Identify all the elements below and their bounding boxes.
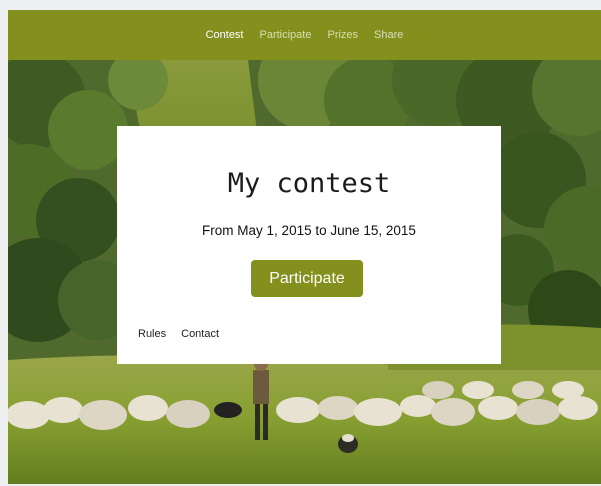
contest-title: My contest — [227, 168, 391, 199]
contact-link[interactable]: Contact — [181, 328, 219, 340]
page-frame: Contest Participate Prizes Share My cont… — [0, 0, 601, 486]
nav-item-participate[interactable]: Participate — [260, 29, 312, 41]
top-navigation: Contest Participate Prizes Share — [8, 10, 601, 60]
participate-button[interactable]: Participate — [251, 260, 363, 297]
card-footer-links: Rules Contact — [138, 328, 219, 340]
contest-card: My contest From May 1, 2015 to June 15, … — [117, 126, 501, 364]
page-viewport: Contest Participate Prizes Share My cont… — [8, 10, 601, 484]
nav-item-contest[interactable]: Contest — [206, 29, 244, 41]
nav-item-prizes[interactable]: Prizes — [327, 29, 358, 41]
contest-dates: From May 1, 2015 to June 15, 2015 — [202, 223, 416, 238]
rules-link[interactable]: Rules — [138, 328, 166, 340]
nav-item-share[interactable]: Share — [374, 29, 403, 41]
